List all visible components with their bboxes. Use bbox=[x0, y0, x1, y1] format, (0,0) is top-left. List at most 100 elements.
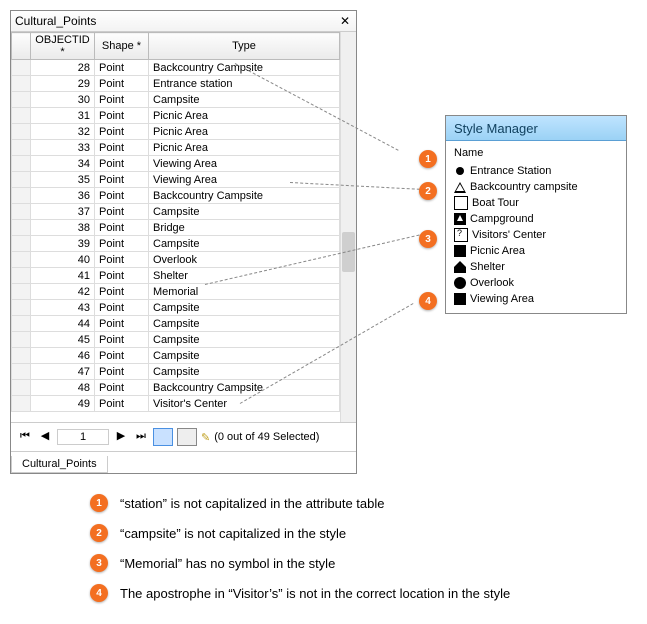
table-row[interactable]: 45PointCampsite bbox=[12, 332, 340, 348]
cell-shape[interactable]: Point bbox=[95, 236, 149, 252]
cell-objectid[interactable]: 38 bbox=[31, 220, 95, 236]
cell-shape[interactable]: Point bbox=[95, 348, 149, 364]
row-selector[interactable] bbox=[12, 76, 31, 92]
cell-type[interactable]: Viewing Area bbox=[149, 172, 340, 188]
row-selector[interactable] bbox=[12, 60, 31, 76]
cell-shape[interactable]: Point bbox=[95, 188, 149, 204]
style-manager-titlebar[interactable]: Style Manager bbox=[446, 116, 626, 141]
table-row[interactable]: 36PointBackcountry Campsite bbox=[12, 188, 340, 204]
vertical-scrollbar[interactable] bbox=[341, 32, 356, 422]
table-row[interactable]: 42PointMemorial bbox=[12, 284, 340, 300]
cell-objectid[interactable]: 32 bbox=[31, 124, 95, 140]
show-all-toggle[interactable] bbox=[153, 428, 173, 446]
row-selector[interactable] bbox=[12, 364, 31, 380]
cell-type[interactable]: Campsite bbox=[149, 316, 340, 332]
table-row[interactable]: 28PointBackcountry Campsite bbox=[12, 60, 340, 76]
table-row[interactable]: 46PointCampsite bbox=[12, 348, 340, 364]
attribute-grid[interactable]: OBJECTID * Shape * Type 28PointBackcount… bbox=[11, 32, 341, 422]
table-row[interactable]: 29PointEntrance station bbox=[12, 76, 340, 92]
cell-shape[interactable]: Point bbox=[95, 396, 149, 412]
cell-shape[interactable]: Point bbox=[95, 252, 149, 268]
record-number-input[interactable]: 1 bbox=[57, 429, 109, 445]
cell-objectid[interactable]: 43 bbox=[31, 300, 95, 316]
row-selector[interactable] bbox=[12, 188, 31, 204]
cell-shape[interactable]: Point bbox=[95, 316, 149, 332]
table-row[interactable]: 37PointCampsite bbox=[12, 204, 340, 220]
col-type[interactable]: Type bbox=[149, 33, 340, 60]
cell-shape[interactable]: Point bbox=[95, 76, 149, 92]
cell-objectid[interactable]: 29 bbox=[31, 76, 95, 92]
cell-shape[interactable]: Point bbox=[95, 364, 149, 380]
cell-type[interactable]: Campsite bbox=[149, 332, 340, 348]
cell-type[interactable]: Entrance station bbox=[149, 76, 340, 92]
cell-objectid[interactable]: 33 bbox=[31, 140, 95, 156]
table-row[interactable]: 39PointCampsite bbox=[12, 236, 340, 252]
row-selector[interactable] bbox=[12, 204, 31, 220]
cell-objectid[interactable]: 40 bbox=[31, 252, 95, 268]
table-row[interactable]: 35PointViewing Area bbox=[12, 172, 340, 188]
cell-objectid[interactable]: 31 bbox=[31, 108, 95, 124]
show-selected-toggle[interactable] bbox=[177, 428, 197, 446]
table-row[interactable]: 49PointVisitor's Center bbox=[12, 396, 340, 412]
table-tab[interactable]: Cultural_Points bbox=[11, 456, 108, 473]
cell-type[interactable]: Backcountry Campsite bbox=[149, 380, 340, 396]
row-selector[interactable] bbox=[12, 348, 31, 364]
table-row[interactable]: 41PointShelter bbox=[12, 268, 340, 284]
row-selector[interactable] bbox=[12, 316, 31, 332]
style-item[interactable]: Boat Tour bbox=[454, 195, 618, 211]
style-item[interactable]: Viewing Area bbox=[454, 291, 618, 307]
cell-shape[interactable]: Point bbox=[95, 204, 149, 220]
nav-last-button[interactable]: ⏭ bbox=[133, 429, 149, 445]
table-row[interactable]: 48PointBackcountry Campsite bbox=[12, 380, 340, 396]
row-selector[interactable] bbox=[12, 108, 31, 124]
table-row[interactable]: 33PointPicnic Area bbox=[12, 140, 340, 156]
cell-objectid[interactable]: 30 bbox=[31, 92, 95, 108]
cell-shape[interactable]: Point bbox=[95, 268, 149, 284]
cell-shape[interactable]: Point bbox=[95, 172, 149, 188]
row-selector[interactable] bbox=[12, 172, 31, 188]
row-selector[interactable] bbox=[12, 380, 31, 396]
cell-objectid[interactable]: 45 bbox=[31, 332, 95, 348]
cell-type[interactable]: Memorial bbox=[149, 284, 340, 300]
style-item[interactable]: Entrance Station bbox=[454, 163, 618, 179]
cell-objectid[interactable]: 47 bbox=[31, 364, 95, 380]
cell-type[interactable]: Viewing Area bbox=[149, 156, 340, 172]
col-objectid[interactable]: OBJECTID * bbox=[31, 33, 95, 60]
row-selector[interactable] bbox=[12, 156, 31, 172]
row-selector[interactable] bbox=[12, 396, 31, 412]
cell-objectid[interactable]: 34 bbox=[31, 156, 95, 172]
style-item[interactable]: Backcountry campsite bbox=[454, 179, 618, 195]
cell-objectid[interactable]: 49 bbox=[31, 396, 95, 412]
nav-first-button[interactable]: ⏮ bbox=[17, 429, 33, 445]
cell-shape[interactable]: Point bbox=[95, 220, 149, 236]
close-icon[interactable]: ✕ bbox=[338, 14, 352, 28]
cell-type[interactable]: Campsite bbox=[149, 364, 340, 380]
cell-shape[interactable]: Point bbox=[95, 332, 149, 348]
cell-objectid[interactable]: 41 bbox=[31, 268, 95, 284]
table-row[interactable]: 43PointCampsite bbox=[12, 300, 340, 316]
row-selector[interactable] bbox=[12, 140, 31, 156]
cell-type[interactable]: Campsite bbox=[149, 92, 340, 108]
table-row[interactable]: 44PointCampsite bbox=[12, 316, 340, 332]
nav-next-button[interactable]: ▶ bbox=[113, 429, 129, 445]
cell-objectid[interactable]: 36 bbox=[31, 188, 95, 204]
cell-shape[interactable]: Point bbox=[95, 300, 149, 316]
cell-type[interactable]: Picnic Area bbox=[149, 108, 340, 124]
cell-objectid[interactable]: 46 bbox=[31, 348, 95, 364]
cell-objectid[interactable]: 44 bbox=[31, 316, 95, 332]
cell-shape[interactable]: Point bbox=[95, 124, 149, 140]
cell-shape[interactable]: Point bbox=[95, 60, 149, 76]
attribute-table-titlebar[interactable]: Cultural_Points ✕ bbox=[11, 11, 356, 32]
cell-shape[interactable]: Point bbox=[95, 140, 149, 156]
row-selector[interactable] bbox=[12, 332, 31, 348]
row-selector[interactable] bbox=[12, 220, 31, 236]
cell-shape[interactable]: Point bbox=[95, 156, 149, 172]
cell-type[interactable]: Backcountry Campsite bbox=[149, 188, 340, 204]
table-row[interactable]: 31PointPicnic Area bbox=[12, 108, 340, 124]
row-selector[interactable] bbox=[12, 268, 31, 284]
cell-objectid[interactable]: 37 bbox=[31, 204, 95, 220]
cell-type[interactable]: Picnic Area bbox=[149, 124, 340, 140]
style-item[interactable]: Visitors' Center bbox=[454, 227, 618, 243]
row-selector[interactable] bbox=[12, 300, 31, 316]
cell-objectid[interactable]: 42 bbox=[31, 284, 95, 300]
